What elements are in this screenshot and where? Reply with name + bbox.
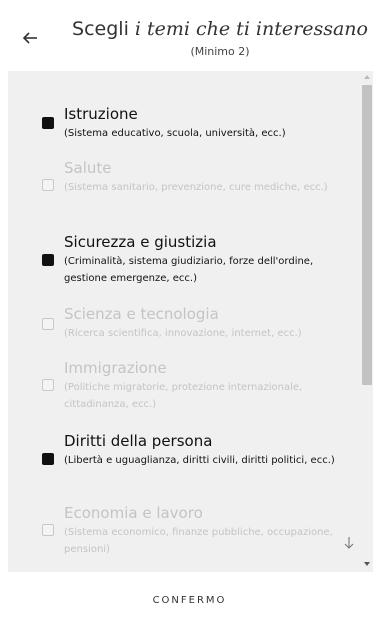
page-subtitle: (Minimo 2) bbox=[190, 45, 250, 58]
scrollbar-thumb[interactable] bbox=[362, 85, 372, 385]
back-arrow-icon[interactable] bbox=[19, 26, 43, 50]
arrow-down-icon[interactable] bbox=[343, 535, 355, 549]
scroll-up-icon[interactable] bbox=[364, 75, 370, 79]
topic-name: Scienza e tecnologia bbox=[64, 305, 219, 323]
checkbox-unchecked-icon[interactable] bbox=[42, 379, 54, 391]
topic-description: (Libertà e uguaglianza, diritti civili, … bbox=[64, 455, 335, 466]
checkbox-checked-icon[interactable] bbox=[42, 117, 54, 129]
topic-name: Diritti della persona bbox=[64, 432, 213, 450]
topic-item-sicurezza-giustizia[interactable]: Sicurezza e giustizia (Criminalità, sist… bbox=[8, 233, 358, 289]
topic-item-immigrazione[interactable]: Immigrazione (Politiche migratorie, prot… bbox=[8, 359, 358, 415]
topic-name: Sicurezza e giustizia bbox=[64, 233, 217, 251]
topic-name: Immigrazione bbox=[64, 359, 167, 377]
scroll-down-icon[interactable] bbox=[364, 562, 370, 566]
topic-description: (Criminalità, sistema giudiziario, forze… bbox=[64, 256, 314, 284]
topic-item-scienza-tecnologia[interactable]: Scienza e tecnologia (Ricerca scientific… bbox=[8, 305, 358, 349]
checkbox-checked-icon[interactable] bbox=[42, 254, 54, 266]
checkbox-checked-icon[interactable] bbox=[42, 453, 54, 465]
title-italic: i temi che ti interessano bbox=[134, 18, 368, 40]
topic-description: (Sistema sanitario, prevenzione, cure me… bbox=[64, 182, 328, 193]
topic-description: (Politiche migratorie, protezione intern… bbox=[64, 382, 303, 410]
topic-description: (Ricerca scientifica, innovazione, inter… bbox=[64, 328, 302, 339]
topic-item-diritti-persona[interactable]: Diritti della persona (Libertà e uguagli… bbox=[8, 432, 358, 488]
scrollbar[interactable] bbox=[361, 71, 373, 572]
footer: CONFERMO bbox=[0, 572, 379, 617]
page-title: Scegli i temi che ti interessano bbox=[70, 18, 370, 40]
title-plain: Scegli bbox=[72, 18, 135, 40]
topic-item-economia-lavoro[interactable]: Economia e lavoro (Sistema economico, fi… bbox=[8, 504, 358, 560]
topic-name: Istruzione bbox=[64, 105, 138, 123]
topic-item-salute[interactable]: Salute (Sistema sanitario, prevenzione, … bbox=[8, 159, 358, 215]
checkbox-unchecked-icon[interactable] bbox=[42, 524, 54, 536]
topic-description: (Sistema economico, finanze pubbliche, o… bbox=[64, 527, 333, 555]
topic-description: (Sistema educativo, scuola, università, … bbox=[64, 128, 286, 139]
topic-item-istruzione[interactable]: Istruzione (Sistema educativo, scuola, u… bbox=[8, 105, 358, 149]
topics-panel: Istruzione (Sistema educativo, scuola, u… bbox=[8, 71, 373, 572]
confirm-button[interactable]: CONFERMO bbox=[0, 572, 379, 617]
checkbox-unchecked-icon[interactable] bbox=[42, 179, 54, 191]
topic-name: Salute bbox=[64, 159, 112, 177]
checkbox-unchecked-icon[interactable] bbox=[42, 318, 54, 330]
topic-name: Economia e lavoro bbox=[64, 504, 203, 522]
header: Scegli i temi che ti interessano (Minimo… bbox=[0, 0, 379, 70]
